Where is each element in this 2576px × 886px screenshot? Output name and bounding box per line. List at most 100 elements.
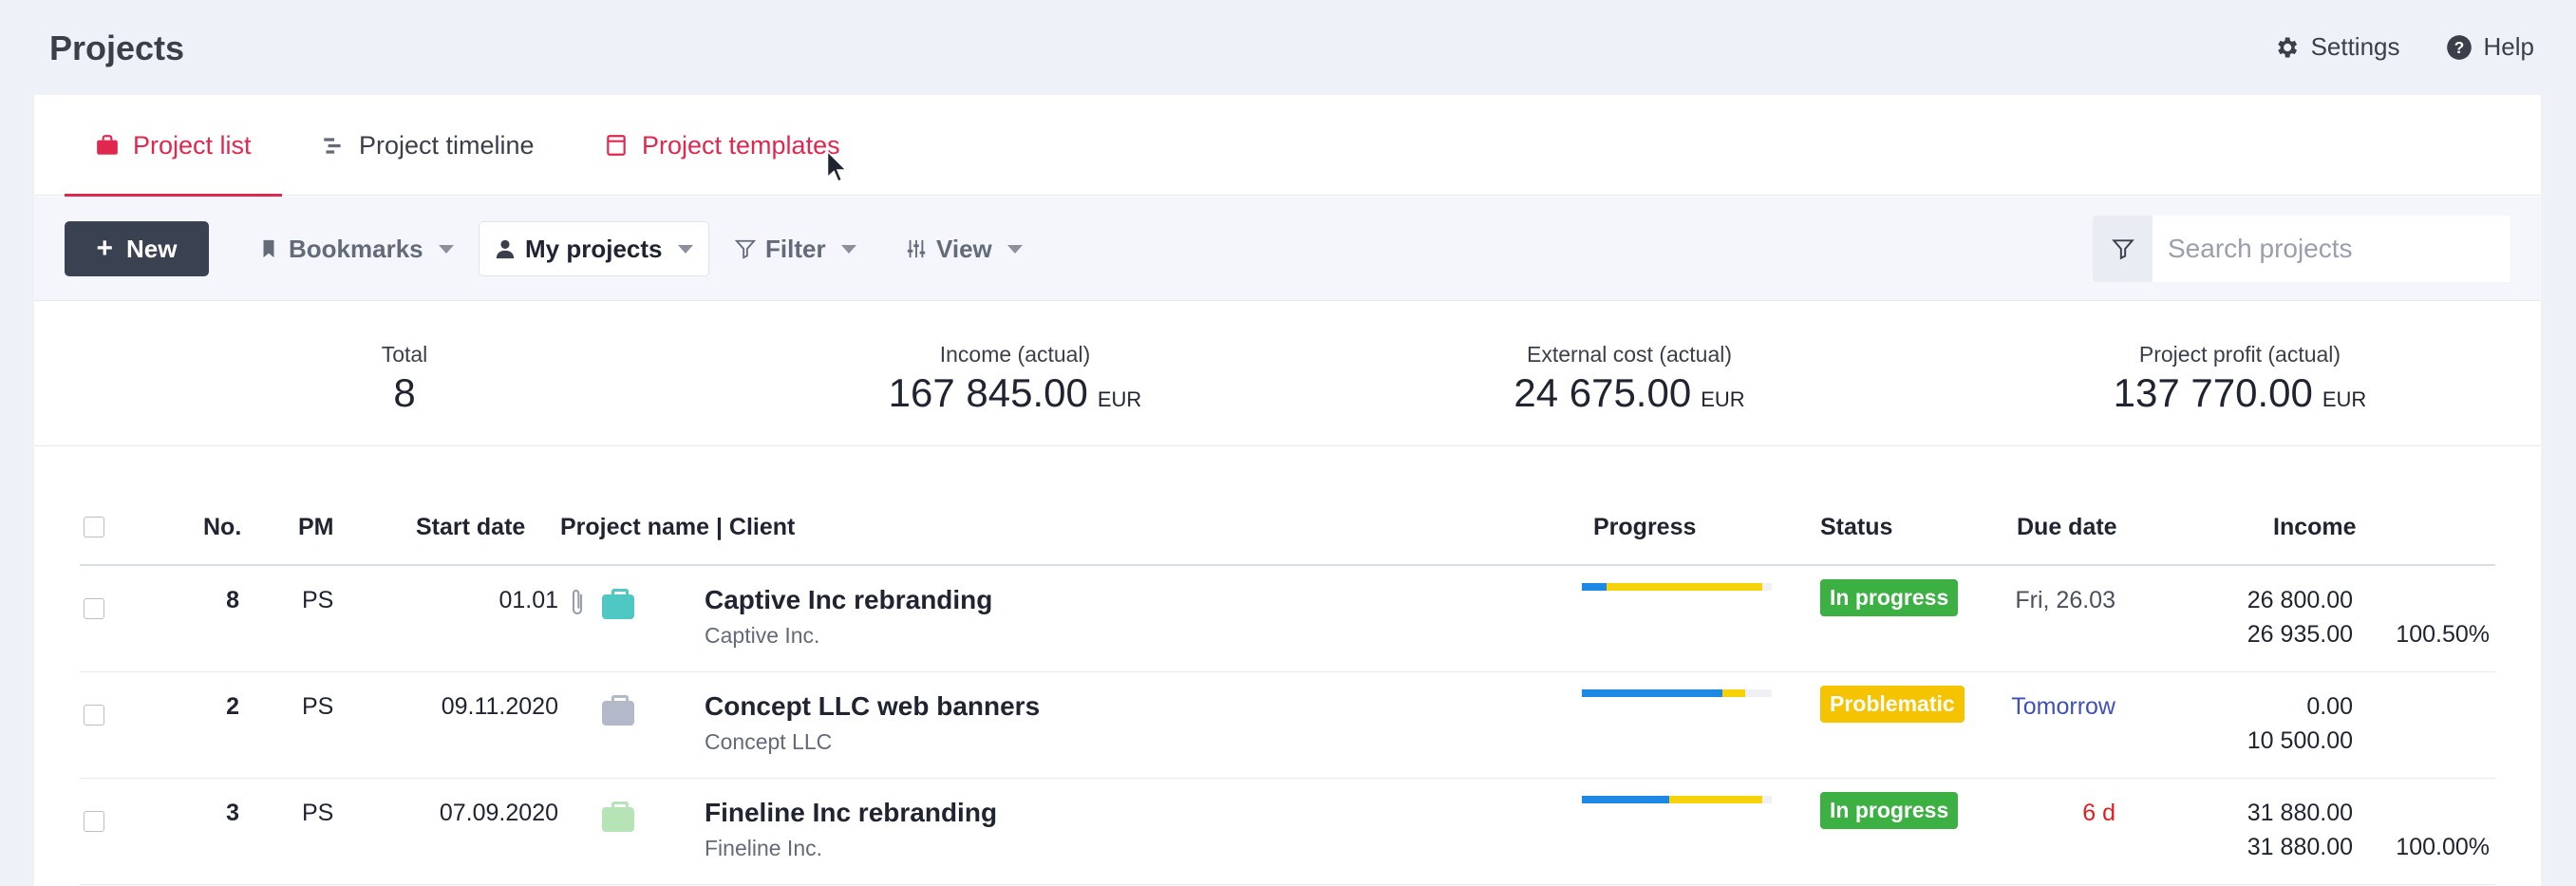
progress-bar xyxy=(1582,689,1772,697)
client-name[interactable]: Fineline Inc. xyxy=(705,836,822,861)
project-manager: PS xyxy=(302,693,334,720)
project-name[interactable]: Captive Inc rebranding xyxy=(705,585,992,615)
new-label: New xyxy=(126,234,178,263)
income-planned: 26 800.00 xyxy=(2247,587,2353,613)
page-title: Projects xyxy=(49,28,185,67)
user-icon xyxy=(496,239,515,259)
income-actual: 10 500.00 xyxy=(2247,727,2353,754)
chevron-down-icon xyxy=(677,244,693,254)
start-date: 09.11.2020 xyxy=(441,693,558,720)
col-due-date[interactable]: Due date xyxy=(2017,514,2117,541)
chevron-down-icon xyxy=(1006,244,1023,254)
timeline-icon xyxy=(324,138,341,154)
col-income[interactable]: Income xyxy=(2273,514,2357,541)
table-row[interactable]: 2 PS 09.11.2020 Concept LLC web banners Conc… xyxy=(80,672,2495,779)
bookmarks-dropdown[interactable]: Bookmarks xyxy=(258,221,454,276)
col-start-date[interactable]: Start date xyxy=(416,514,525,541)
tab-label: Project templates xyxy=(642,130,840,160)
search-box xyxy=(2093,216,2510,282)
row-checkbox[interactable] xyxy=(84,811,104,832)
income-planned: 0.00 xyxy=(2306,693,2353,720)
new-project-button[interactable]: + New xyxy=(65,221,209,276)
search-filter-button[interactable] xyxy=(2093,216,2153,282)
project-name[interactable]: Fineline Inc rebranding xyxy=(705,798,997,828)
client-name[interactable]: Concept LLC xyxy=(705,729,832,755)
toolbar: + New Bookmarks My projects Filter View xyxy=(34,197,2541,301)
income-percent: 100.00% xyxy=(2396,834,2490,860)
briefcase-icon xyxy=(602,801,634,832)
table-header: No. PM Start date Project name | Client … xyxy=(80,488,2495,566)
table-row[interactable]: 3 PS 07.09.2020 Fineline Inc rebranding Fine… xyxy=(80,779,2495,885)
settings-link[interactable]: Settings xyxy=(2273,32,2400,62)
progress-done xyxy=(1582,796,1669,803)
filter-icon xyxy=(735,239,756,259)
tab-bar: Project list Project timeline Project te… xyxy=(34,95,2541,197)
stat-value: 24 675.00 EUR xyxy=(1514,370,1745,415)
row-checkbox[interactable] xyxy=(84,705,104,726)
view-label: View xyxy=(936,234,992,263)
chevron-down-icon xyxy=(840,244,856,254)
plus-icon: + xyxy=(96,233,114,264)
briefcase-icon xyxy=(602,695,634,726)
col-project-name[interactable]: Project name | Client xyxy=(560,514,795,541)
help-link[interactable]: ? Help xyxy=(2446,32,2534,62)
income-planned: 31 880.00 xyxy=(2247,800,2353,826)
progress-bar xyxy=(1582,796,1772,803)
progress-in-work xyxy=(1669,796,1762,803)
search-input[interactable] xyxy=(2153,216,2510,282)
filter-label: Filter xyxy=(765,234,826,263)
currency-unit: EUR xyxy=(2322,387,2367,411)
briefcase-icon xyxy=(602,589,634,619)
briefcase-icon xyxy=(97,135,118,155)
col-no[interactable]: No. xyxy=(203,514,241,541)
stat-value: 8 xyxy=(393,370,416,415)
help-label: Help xyxy=(2483,32,2534,61)
chevron-down-icon xyxy=(438,244,454,254)
stat-label: Total xyxy=(381,342,428,367)
view-dropdown[interactable]: View xyxy=(906,221,1023,276)
project-manager: PS xyxy=(302,800,334,826)
col-progress[interactable]: Progress xyxy=(1593,514,1696,541)
select-all-checkbox[interactable] xyxy=(84,517,104,537)
col-status[interactable]: Status xyxy=(1820,514,1892,541)
bookmark-icon xyxy=(263,239,274,258)
project-number: 2 xyxy=(226,693,239,720)
svg-text:?: ? xyxy=(2454,37,2464,56)
gear-icon xyxy=(2277,37,2297,57)
summary-bar: Total 8 Income (actual) 167 845.00 EUR Ex… xyxy=(34,302,2541,446)
project-name[interactable]: Concept LLC web banners xyxy=(705,691,1040,722)
bookmarks-label: Bookmarks xyxy=(289,234,423,263)
due-date: 6 d xyxy=(2082,800,2115,826)
due-date: Fri, 26.03 xyxy=(2015,587,2115,613)
tab-project-templates[interactable]: Project templates xyxy=(604,95,840,196)
tab-project-timeline[interactable]: Project timeline xyxy=(321,95,535,196)
stat-label: Project profit (actual) xyxy=(2138,342,2341,367)
stat-value: 167 845.00 EUR xyxy=(888,370,1142,415)
income-actual: 26 935.00 xyxy=(2247,621,2353,648)
income-actual: 31 880.00 xyxy=(2247,834,2353,860)
row-checkbox[interactable] xyxy=(84,598,104,619)
income-percent: 100.50% xyxy=(2396,621,2490,648)
page-header: Projects Settings ? Help xyxy=(0,0,2576,95)
settings-label: Settings xyxy=(2310,32,2400,61)
tab-label: Project timeline xyxy=(359,130,535,160)
header-actions: Settings ? Help xyxy=(2273,32,2534,62)
my-projects-label: My projects xyxy=(525,234,663,263)
stat-label: Income (actual) xyxy=(939,342,1091,367)
progress-bar xyxy=(1582,583,1772,591)
stat-value: 137 770.00 EUR xyxy=(2113,370,2367,415)
table-row[interactable]: 8 PS 01.01 Captive Inc rebranding Captive In… xyxy=(80,566,2495,672)
client-name[interactable]: Captive Inc. xyxy=(705,623,819,649)
sliders-icon xyxy=(907,239,926,258)
col-pm[interactable]: PM xyxy=(298,514,334,541)
project-number: 8 xyxy=(226,587,239,613)
progress-in-work xyxy=(1722,689,1745,697)
project-number: 3 xyxy=(226,800,239,826)
filter-icon xyxy=(2111,239,2134,260)
my-projects-dropdown[interactable]: My projects xyxy=(479,221,709,276)
tab-project-list[interactable]: Project list xyxy=(65,95,282,197)
filter-dropdown[interactable]: Filter xyxy=(735,221,856,276)
progress-done xyxy=(1582,583,1607,591)
start-date: 07.09.2020 xyxy=(439,800,558,826)
main-card: Project list Project timeline Project te… xyxy=(34,95,2541,886)
